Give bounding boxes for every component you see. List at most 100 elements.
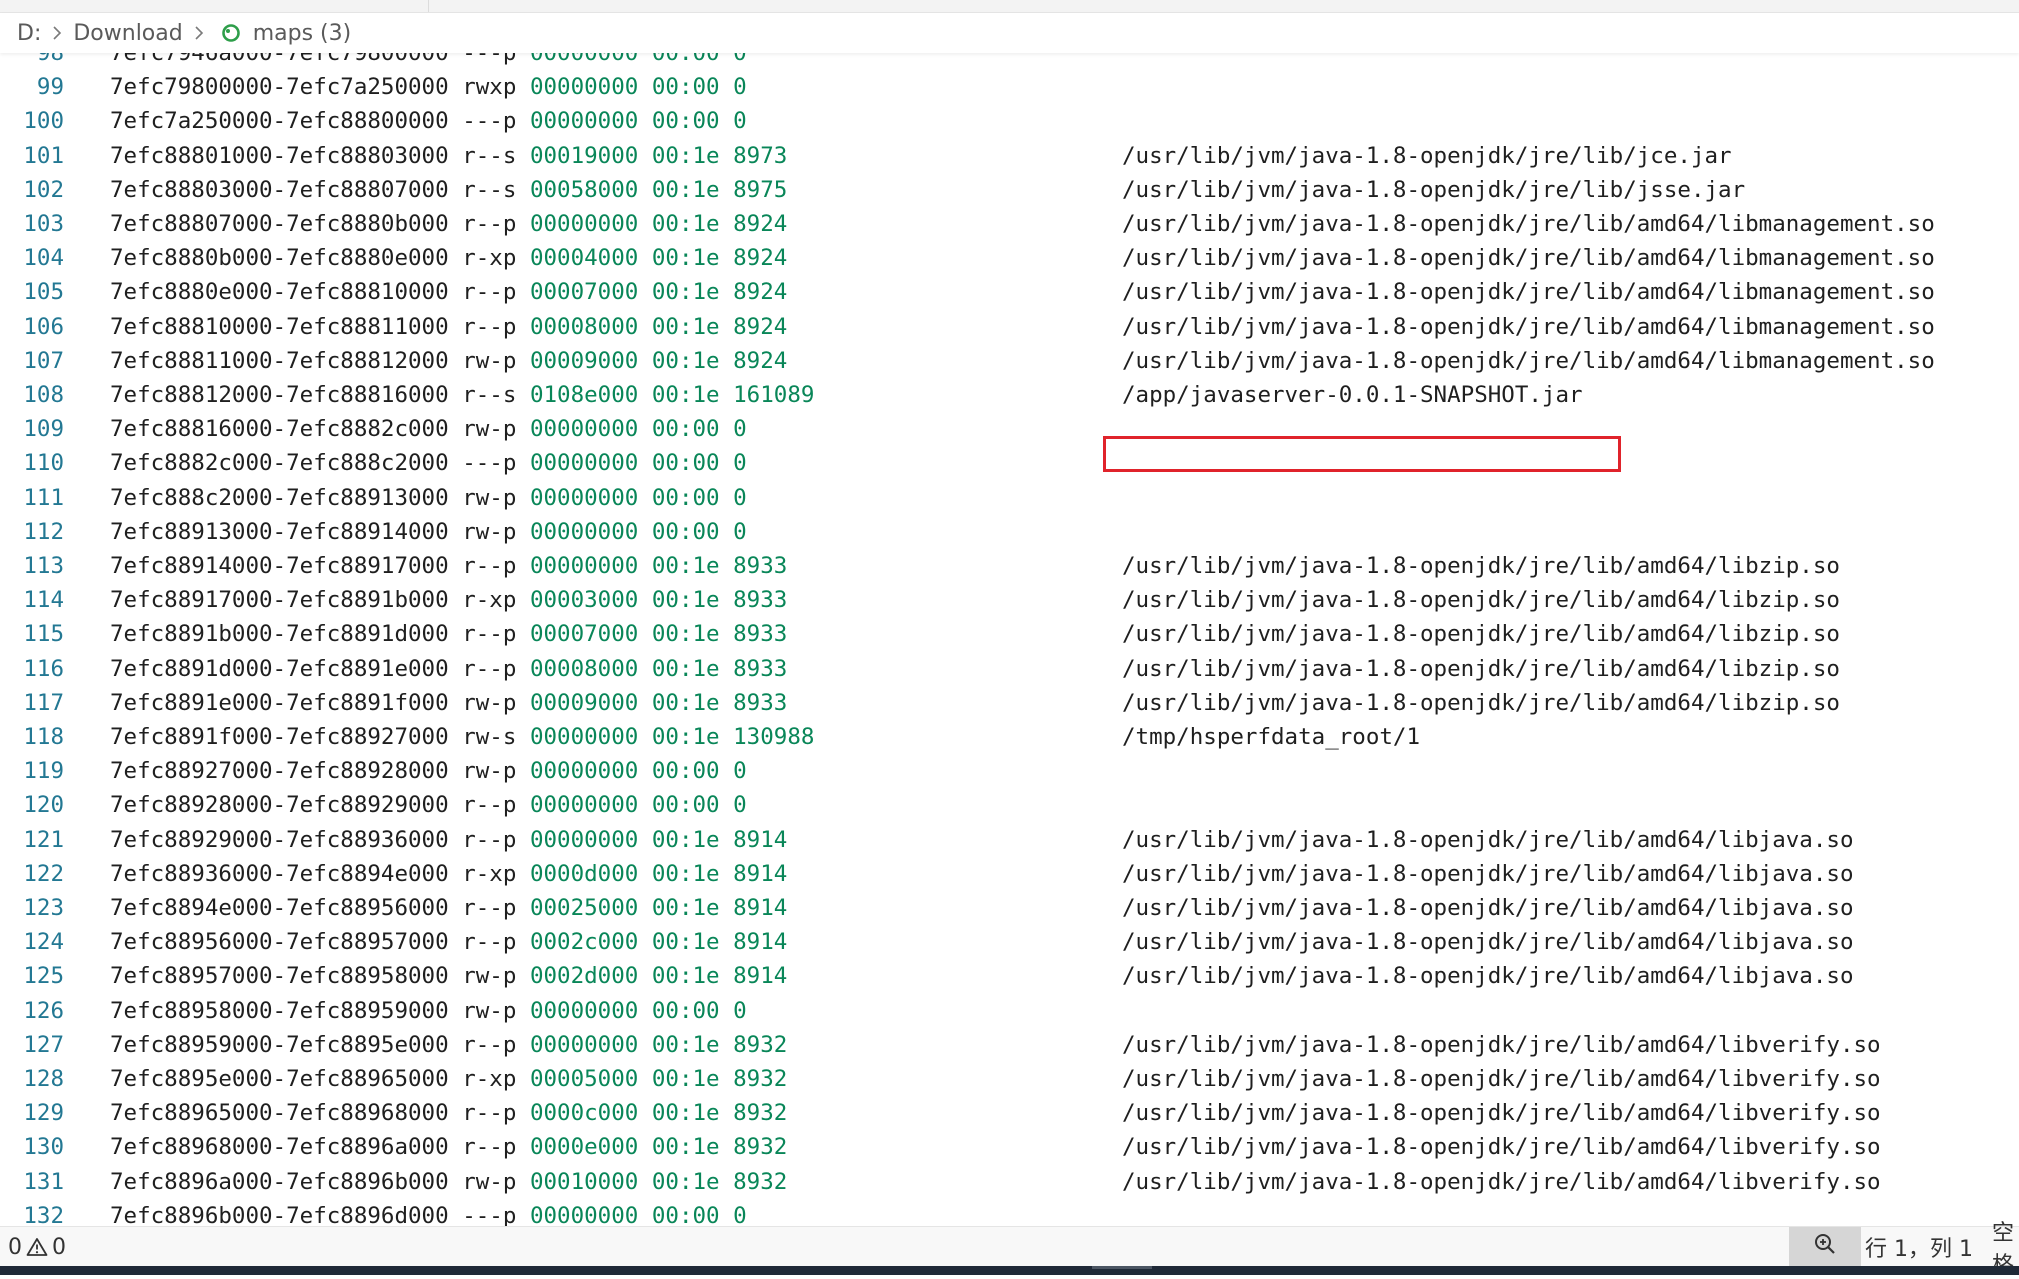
warning-count: 0 — [52, 1234, 66, 1260]
line-number: 110 — [23, 450, 64, 477]
problems-indicator[interactable]: 0 0 — [8, 1227, 66, 1267]
code-line[interactable]: 121 7efc88929000-7efc88936000 r--p 000000… — [0, 823, 2019, 857]
line-content: 7efc8896b000-7efc8896d000 ---p 00000000 … — [110, 1199, 747, 1226]
code-line[interactable]: 106 7efc88810000-7efc88811000 r--p 000080… — [0, 310, 2019, 344]
line-content: 7efc88803000-7efc88807000 r--s 00058000 … — [110, 173, 787, 207]
chevron-right-icon — [45, 21, 69, 45]
offset: 0002c000 — [529, 929, 639, 956]
inode: 8924 — [733, 347, 788, 374]
code-line[interactable]: 128 7efc8895e000-7efc88965000 r-xp 000050… — [0, 1062, 2019, 1096]
address-range: 7efc8891f000-7efc88927000 — [110, 724, 449, 750]
offset: 00003000 — [529, 587, 639, 614]
address-range: 7efc88807000-7efc8880b000 — [110, 211, 449, 237]
line-content: 7efc88965000-7efc88968000 r--p 0000c000 … — [110, 1096, 787, 1130]
code-line[interactable]: 124 7efc88956000-7efc88957000 r--p 0002c0… — [0, 925, 2019, 959]
indentation-setting[interactable]: 空格 — [1992, 1221, 2019, 1278]
code-line[interactable]: 109 7efc88816000-7efc8882c000 rw-p 000000… — [0, 412, 2019, 446]
address-range: 7efc8880b000-7efc8880e000 — [110, 245, 449, 272]
line-content: 7efc8891b000-7efc8891d000 r--p 00007000 … — [110, 617, 787, 651]
mapped-file-path: /usr/lib/jvm/java-1.8-openjdk/jre/lib/am… — [1122, 860, 1854, 887]
cursor-position[interactable]: 行 1，列 1 — [1863, 1227, 1973, 1267]
line-number: 128 — [23, 1066, 64, 1092]
permissions: rw-p — [462, 997, 517, 1024]
code-line[interactable]: 113 7efc88914000-7efc88917000 r--p 000000… — [0, 549, 2019, 583]
code-line[interactable]: 132 7efc8896b000-7efc8896d000 ---p 000000… — [0, 1199, 2019, 1226]
code-line[interactable]: 108 7efc88812000-7efc88816000 r--s 0108e0… — [0, 378, 2019, 412]
device: 00:1e — [651, 929, 720, 956]
offset: 00000000 — [529, 108, 639, 135]
offset: 00007000 — [529, 621, 639, 648]
line-number: 119 — [23, 758, 64, 785]
device: 00:1e — [651, 621, 720, 648]
device: 00:1e — [651, 142, 720, 169]
code-line[interactable]: 100 7efc7a250000-7efc88800000 ---p 000000… — [0, 104, 2019, 138]
device: 00:1e — [651, 895, 720, 921]
code-line[interactable]: 104 7efc8880b000-7efc8880e000 r-xp 000040… — [0, 241, 2019, 275]
permissions: r--p — [462, 313, 517, 340]
line-content: 7efc7a250000-7efc88800000 ---p 00000000 … — [110, 104, 747, 138]
code-line[interactable]: 126 7efc88958000-7efc88959000 rw-p 000000… — [0, 994, 2019, 1028]
permissions: r-xp — [462, 245, 517, 272]
address-range: 7efc7a250000-7efc88800000 — [110, 108, 449, 135]
line-content: 7efc8891d000-7efc8891e000 r--p 00008000 … — [110, 652, 787, 686]
chevron-right-icon — [187, 21, 211, 45]
breadcrumb-drive[interactable]: D: — [0, 21, 45, 46]
code-line[interactable]: 105 7efc8880e000-7efc88810000 r--p 000070… — [0, 275, 2019, 309]
device: 00:1e — [651, 1168, 720, 1195]
zoom-button[interactable] — [1789, 1227, 1861, 1267]
permissions: r-xp — [462, 1066, 517, 1092]
code-line[interactable]: 115 7efc8891b000-7efc8891d000 r--p 000070… — [0, 617, 2019, 651]
permissions: rw-p — [462, 484, 517, 511]
mapped-file-path: /usr/lib/jvm/java-1.8-openjdk/jre/lib/js… — [1122, 176, 1746, 203]
inode: 0 — [733, 450, 747, 477]
offset: 00000000 — [529, 1202, 639, 1226]
breadcrumb-file[interactable]: maps (3) — [249, 21, 356, 46]
code-line[interactable]: 122 7efc88936000-7efc8894e000 r-xp 0000d0… — [0, 857, 2019, 891]
code-line[interactable]: 117 7efc8891e000-7efc8891f000 rw-p 000090… — [0, 686, 2019, 720]
code-line[interactable]: 112 7efc88913000-7efc88914000 rw-p 000000… — [0, 515, 2019, 549]
editor-area[interactable]: 98 7efc7946a000-7efc79800000 ---p 0000000… — [0, 48, 2019, 1226]
code-line[interactable]: 120 7efc88928000-7efc88929000 r--p 000000… — [0, 788, 2019, 822]
device: 00:00 — [651, 758, 720, 785]
code-line[interactable]: 125 7efc88957000-7efc88958000 rw-p 0002d0… — [0, 959, 2019, 993]
offset: 00000000 — [529, 1031, 639, 1058]
code-line[interactable]: 130 7efc88968000-7efc8896a000 r--p 0000e0… — [0, 1130, 2019, 1164]
permissions: rw-p — [462, 689, 517, 716]
line-content: 7efc88968000-7efc8896a000 r--p 0000e000 … — [110, 1130, 787, 1164]
code-line[interactable]: 119 7efc88927000-7efc88928000 rw-p 000000… — [0, 754, 2019, 788]
mapped-file-path: /usr/lib/jvm/java-1.8-openjdk/jre/lib/am… — [1122, 1031, 1881, 1058]
inode: 8914 — [733, 860, 788, 887]
mapped-file-path: /usr/lib/jvm/java-1.8-openjdk/jre/lib/am… — [1122, 211, 1935, 237]
breadcrumb: D: Download maps (3) — [0, 13, 2019, 53]
code-line[interactable]: 127 7efc88959000-7efc8895e000 r--p 000000… — [0, 1028, 2019, 1062]
code-line[interactable]: 129 7efc88965000-7efc88968000 r--p 0000c0… — [0, 1096, 2019, 1130]
code-line[interactable]: 111 7efc888c2000-7efc88913000 rw-p 000000… — [0, 481, 2019, 515]
code-line[interactable]: 123 7efc8894e000-7efc88956000 r--p 000250… — [0, 891, 2019, 925]
inode: 8924 — [733, 279, 788, 306]
device: 00:1e — [651, 724, 720, 750]
code-line[interactable]: 101 7efc88801000-7efc88803000 r--s 000190… — [0, 139, 2019, 173]
code-line[interactable]: 118 7efc8891f000-7efc88927000 rw-s 000000… — [0, 720, 2019, 754]
code-line[interactable]: 107 7efc88811000-7efc88812000 rw-p 000090… — [0, 344, 2019, 378]
error-count: 0 — [8, 1234, 22, 1260]
zoom-icon — [1813, 1232, 1837, 1262]
permissions: rw-s — [462, 724, 517, 750]
line-number: 130 — [23, 1134, 64, 1161]
taskbar-indicator — [1092, 1266, 1152, 1269]
code-line[interactable]: 116 7efc8891d000-7efc8891e000 r--p 000080… — [0, 652, 2019, 686]
mapped-file-path: /usr/lib/jvm/java-1.8-openjdk/jre/lib/am… — [1122, 826, 1854, 853]
code-line[interactable]: 103 7efc88807000-7efc8880b000 r--p 000000… — [0, 207, 2019, 241]
breadcrumb-folder[interactable]: Download — [69, 21, 186, 46]
code-line[interactable]: 102 7efc88803000-7efc88807000 r--s 000580… — [0, 173, 2019, 207]
line-content: 7efc88936000-7efc8894e000 r-xp 0000d000 … — [110, 857, 787, 891]
device: 00:1e — [651, 245, 720, 272]
offset: 00000000 — [529, 416, 639, 443]
code-line[interactable]: 131 7efc8896a000-7efc8896b000 rw-p 000100… — [0, 1165, 2019, 1199]
code-line[interactable]: 99 7efc79800000-7efc7a250000 rwxp 0000000… — [0, 70, 2019, 104]
offset: 00058000 — [529, 176, 639, 203]
device: 00:1e — [651, 1066, 720, 1092]
code-line[interactable]: 114 7efc88917000-7efc8891b000 r-xp 000030… — [0, 583, 2019, 617]
mapped-file-path: /usr/lib/jvm/java-1.8-openjdk/jre/lib/am… — [1122, 929, 1854, 956]
device: 00:1e — [651, 689, 720, 716]
code-line[interactable]: 110 7efc8882c000-7efc888c2000 ---p 000000… — [0, 446, 2019, 480]
